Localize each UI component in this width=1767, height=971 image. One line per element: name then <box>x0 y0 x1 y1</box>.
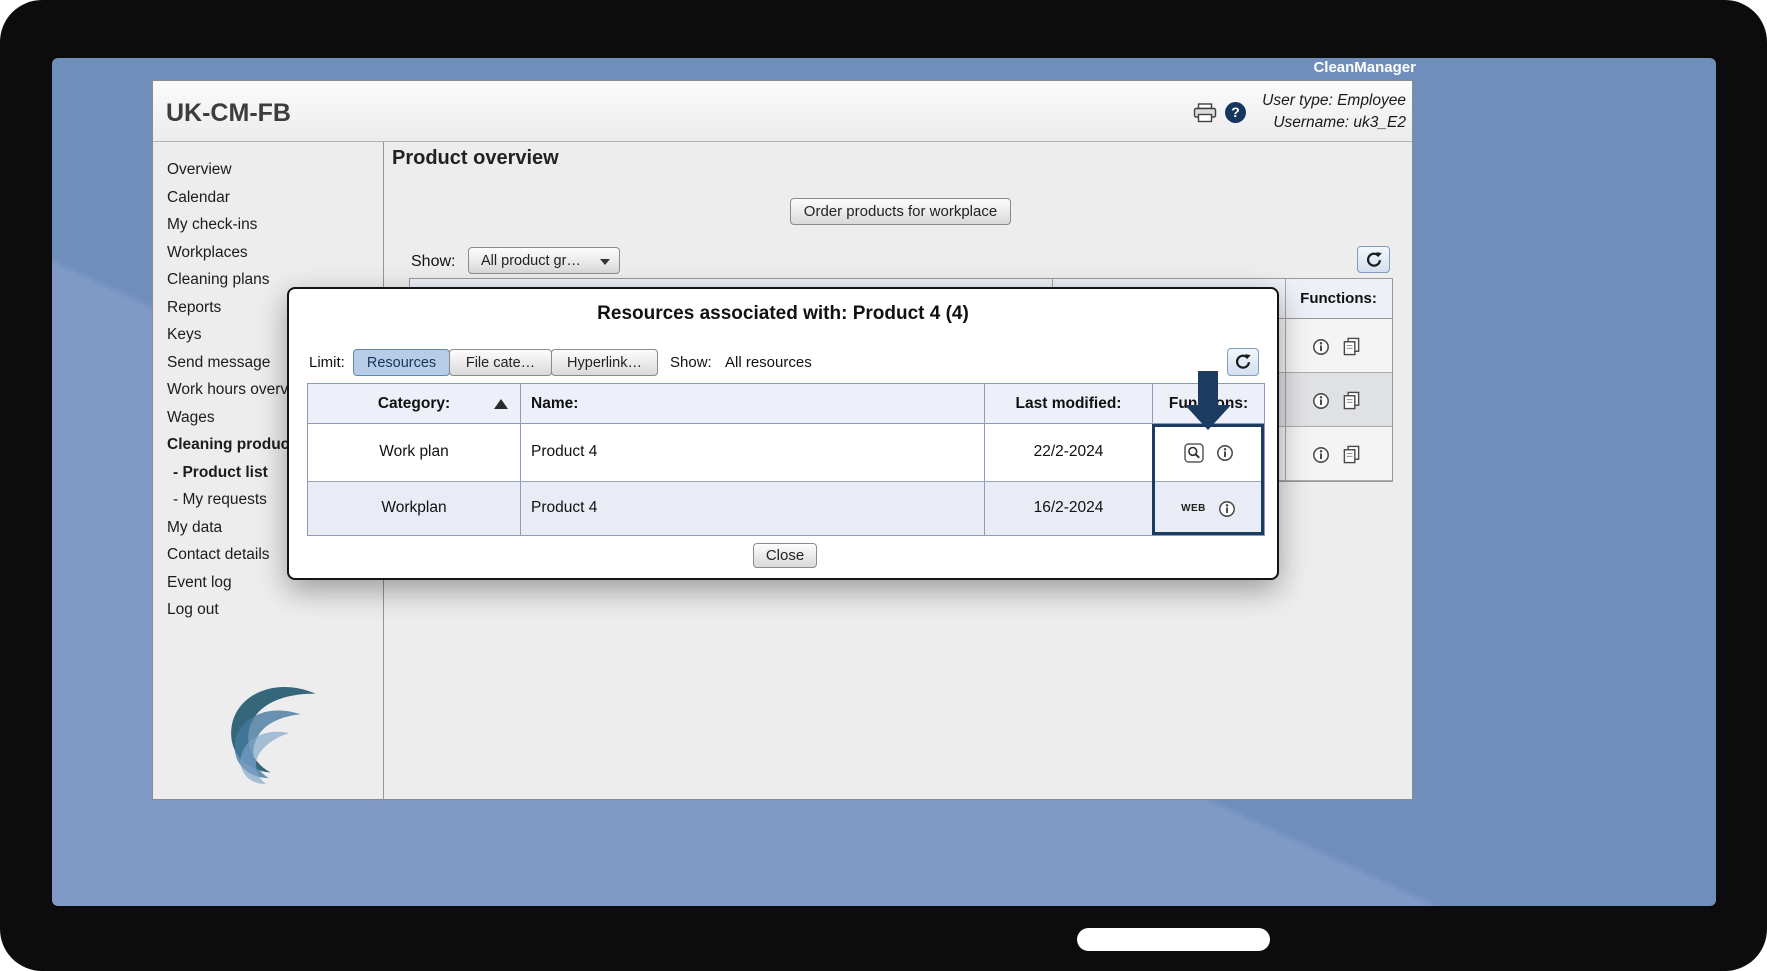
sidebar-item-overview[interactable]: Overview <box>153 156 383 184</box>
dialog-refresh-button[interactable] <box>1227 348 1259 376</box>
chevron-down-icon <box>600 259 610 265</box>
refresh-button[interactable] <box>1357 246 1390 273</box>
order-products-button[interactable]: Order products for workplace <box>790 198 1011 225</box>
copy-icon[interactable] <box>1342 337 1361 356</box>
show-label: Show: <box>411 253 455 271</box>
tab-resources[interactable]: Resources <box>353 349 450 376</box>
resources-table: Category: Name: Last modified: Functions… <box>307 383 1265 536</box>
functions-cell <box>1152 424 1264 481</box>
copy-icon[interactable] <box>1342 391 1361 410</box>
pointer-arrow-annotation <box>1185 371 1231 431</box>
dialog-title: Resources associated with: Product 4 (4) <box>289 303 1277 325</box>
web-link[interactable]: WEB <box>1181 503 1206 514</box>
dropdown-value: All product gr… <box>481 253 581 269</box>
modified-column-header: Last modified: <box>984 384 1152 423</box>
cleanmanager-logo <box>205 673 340 795</box>
sort-ascending-icon[interactable] <box>494 399 508 409</box>
refresh-icon <box>1234 353 1252 371</box>
print-icon[interactable] <box>1193 103 1217 123</box>
name-column-header: Name: <box>520 384 984 423</box>
refresh-icon <box>1365 251 1383 269</box>
resources-table-header: Category: Name: Last modified: Functions… <box>308 384 1264 424</box>
help-glyph: ? <box>1231 104 1240 120</box>
username-text: Username: uk3_E2 <box>1262 112 1406 134</box>
resource-row: Work plan Product 4 22/2-2024 <box>308 424 1264 481</box>
column-divider <box>1285 279 1286 481</box>
limit-label: Limit: <box>309 349 345 376</box>
info-icon[interactable] <box>1218 500 1236 518</box>
sidebar-item-log-out[interactable]: Log out <box>153 596 383 624</box>
tab-hyperlinks[interactable]: Hyperlink… <box>551 349 658 376</box>
name-cell: Product 4 <box>520 482 984 535</box>
brand-text: CleanManager <box>52 59 1416 76</box>
functions-cell: WEB <box>1152 482 1264 535</box>
functions-column-header: Functions: <box>1285 279 1392 318</box>
help-icon[interactable]: ? <box>1225 102 1246 123</box>
sidebar-item-workplaces[interactable]: Workplaces <box>153 239 383 267</box>
preview-icon[interactable] <box>1184 443 1204 463</box>
user-type-text: User type: Employee <box>1262 90 1406 112</box>
resources-dialog: Resources associated with: Product 4 (4)… <box>287 287 1279 580</box>
name-cell: Product 4 <box>520 424 984 481</box>
frame-caption-pill <box>1077 928 1270 951</box>
app-title: UK-CM-FB <box>166 99 291 128</box>
modified-cell: 16/2-2024 <box>984 482 1152 535</box>
show-filter-value: All resources <box>725 349 812 376</box>
info-icon[interactable] <box>1216 444 1234 462</box>
app-header: UK-CM-FB ? User type: Employee Username:… <box>153 81 1412 142</box>
show-filter-label: Show: <box>670 349 712 376</box>
copy-icon[interactable] <box>1342 445 1361 464</box>
category-cell: Workplan <box>308 482 520 535</box>
sidebar-item-my-check-ins[interactable]: My check-ins <box>153 211 383 239</box>
info-icon[interactable] <box>1312 392 1330 410</box>
modified-cell: 22/2-2024 <box>984 424 1152 481</box>
category-column-header[interactable]: Category: <box>308 384 520 423</box>
info-icon[interactable] <box>1312 446 1330 464</box>
category-cell: Work plan <box>308 424 520 481</box>
page-title: Product overview <box>392 147 559 170</box>
sidebar-item-calendar[interactable]: Calendar <box>153 184 383 212</box>
close-button[interactable]: Close <box>753 543 817 568</box>
product-group-dropdown[interactable]: All product gr… <box>468 247 620 274</box>
tab-file-categories[interactable]: File cate… <box>449 349 552 376</box>
device-frame: CleanManager UK-CM-FB ? User type: Emplo… <box>0 0 1767 971</box>
user-info: User type: Employee Username: uk3_E2 <box>1262 90 1406 134</box>
resource-row: Workplan Product 4 16/2-2024 WEB <box>308 481 1264 535</box>
info-icon[interactable] <box>1312 338 1330 356</box>
